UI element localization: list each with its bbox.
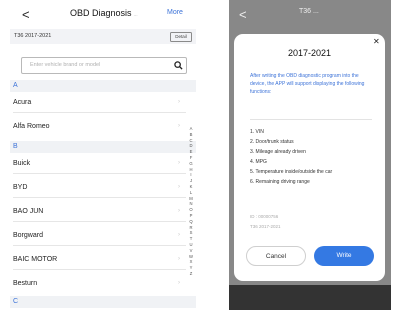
section-letter: A bbox=[13, 82, 18, 89]
row-divider bbox=[13, 173, 186, 174]
feature-item: 1. VIN bbox=[250, 129, 264, 135]
brand-row-bao-jun[interactable]: BAO JUN › bbox=[10, 202, 186, 222]
feature-item: 6. Remaining driving range bbox=[250, 179, 310, 185]
chevron-right-icon: › bbox=[178, 256, 180, 262]
brand-row-buick[interactable]: Buick › bbox=[10, 154, 186, 174]
brand-name: Buick bbox=[13, 160, 31, 167]
feature-item: 5. Temperature inside/outside the car bbox=[250, 169, 333, 175]
divider bbox=[250, 119, 372, 120]
row-divider bbox=[13, 112, 186, 113]
dialog-title: 2017-2021 bbox=[287, 48, 332, 58]
page-title: T36 ... bbox=[299, 8, 319, 15]
index-letter[interactable]: Z bbox=[187, 271, 195, 277]
search-input[interactable]: Enter vehicle brand or model bbox=[21, 57, 187, 74]
chevron-right-icon: › bbox=[178, 280, 180, 286]
brand-name: BYD bbox=[13, 184, 28, 191]
chevron-right-icon: › bbox=[178, 160, 180, 166]
row-divider bbox=[13, 269, 186, 270]
search-icon[interactable] bbox=[174, 61, 183, 70]
dialog-description: After writing the OBD diagnostic program… bbox=[250, 73, 365, 95]
brand-row-baic-motor[interactable]: BAIC MOTOR › bbox=[10, 250, 186, 270]
write-button[interactable]: Write bbox=[314, 246, 374, 266]
back-button[interactable]: < bbox=[22, 7, 30, 22]
brand-row-alfa-romeo[interactable]: Alfa Romeo › bbox=[10, 117, 186, 137]
cancel-button[interactable]: Cancel bbox=[246, 246, 306, 266]
close-icon[interactable]: ✕ bbox=[373, 37, 380, 46]
row-divider bbox=[13, 245, 186, 246]
chevron-right-icon: › bbox=[178, 184, 180, 190]
row-divider bbox=[13, 221, 186, 222]
model-version: T36 2017-2021 bbox=[250, 224, 281, 229]
chevron-right-icon: › bbox=[178, 99, 180, 105]
row-divider bbox=[13, 197, 186, 198]
bottom-area bbox=[229, 285, 391, 310]
chevron-right-icon: › bbox=[178, 232, 180, 238]
write-program-dialog: ✕ 2017-2021 After writing the OBD diagno… bbox=[234, 34, 385, 281]
vehicle-model-bar: T36 2017-2021 Detail bbox=[10, 29, 196, 44]
chevron-right-icon: › bbox=[178, 208, 180, 214]
vehicle-model-label: T36 2017-2021 bbox=[14, 33, 52, 39]
brand-name: BAIC MOTOR bbox=[13, 256, 58, 263]
section-letter: B bbox=[13, 143, 18, 150]
nav-bar-dimmed: < T36 ... bbox=[229, 0, 391, 28]
brand-row-acura[interactable]: Acura › bbox=[10, 93, 186, 113]
device-id: ID : 00000756 bbox=[250, 214, 279, 219]
feature-item: 2. Door/trunk status bbox=[250, 139, 294, 145]
brand-name: Borgward bbox=[13, 232, 43, 239]
section-header-b: B bbox=[10, 141, 196, 153]
back-button[interactable]: < bbox=[239, 7, 247, 22]
page-title: OBD Diagnosis... bbox=[70, 8, 138, 18]
more-button[interactable]: More bbox=[167, 9, 183, 16]
brand-row-borgward[interactable]: Borgward › bbox=[10, 226, 186, 246]
detail-button[interactable]: Detail bbox=[170, 32, 192, 42]
feature-item: 3. Mileage already driven bbox=[250, 149, 306, 155]
page-title-ellipsis: ... bbox=[133, 12, 138, 18]
write-program-screen: < T36 ... ✕ 2017-2021 After writing the … bbox=[229, 0, 391, 310]
alphabet-index[interactable]: ABCDEFGHIJKLMNOPQRSTUVWXYZ bbox=[187, 126, 195, 277]
brand-row-byd[interactable]: BYD › bbox=[10, 178, 186, 198]
page-title-text: OBD Diagnosis bbox=[70, 8, 132, 18]
brand-name: Acura bbox=[13, 99, 32, 106]
brand-name: BAO JUN bbox=[13, 208, 44, 215]
chevron-right-icon: › bbox=[178, 123, 180, 129]
obd-brand-list-screen: < OBD Diagnosis... More T36 2017-2021 De… bbox=[10, 0, 196, 310]
section-letter: C bbox=[13, 298, 19, 305]
search-placeholder: Enter vehicle brand or model bbox=[30, 62, 101, 68]
nav-bar: < OBD Diagnosis... More bbox=[10, 0, 196, 28]
feature-item: 4. MPG bbox=[250, 159, 267, 165]
section-header-c: C bbox=[10, 296, 196, 308]
brand-name: Besturn bbox=[13, 280, 38, 287]
brand-row-besturn[interactable]: Besturn › bbox=[10, 274, 186, 294]
section-header-a: A bbox=[10, 80, 196, 92]
brand-name: Alfa Romeo bbox=[13, 123, 50, 130]
